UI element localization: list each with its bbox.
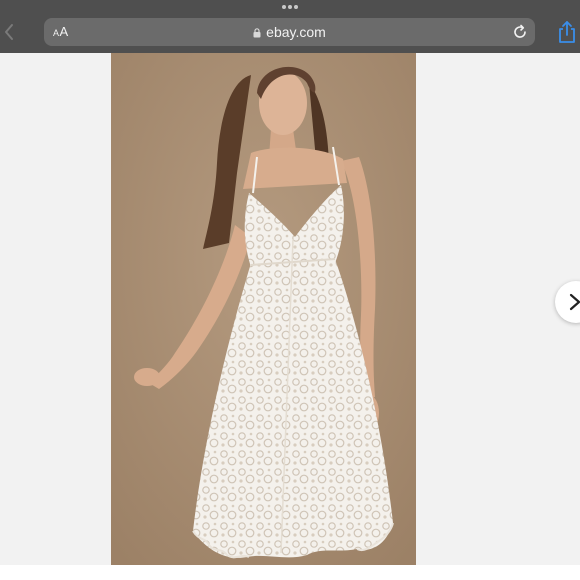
browser-toolbar: AA ebay.com [0,0,580,53]
reload-icon[interactable] [512,24,528,40]
more-dots-icon[interactable] [282,5,298,9]
url-text: ebay.com [266,24,326,40]
url-display[interactable]: ebay.com [44,24,535,40]
address-bar[interactable]: AA ebay.com [44,18,535,46]
share-icon[interactable] [557,20,577,44]
next-image-button[interactable] [555,281,580,323]
lock-icon [253,28,261,38]
page-content [0,53,580,580]
model-in-lace-dress-illustration [111,53,416,565]
back-arrow-icon[interactable] [2,22,16,42]
product-photo[interactable] [111,53,416,565]
chevron-right-icon [569,293,580,311]
bottom-margin [0,565,580,580]
